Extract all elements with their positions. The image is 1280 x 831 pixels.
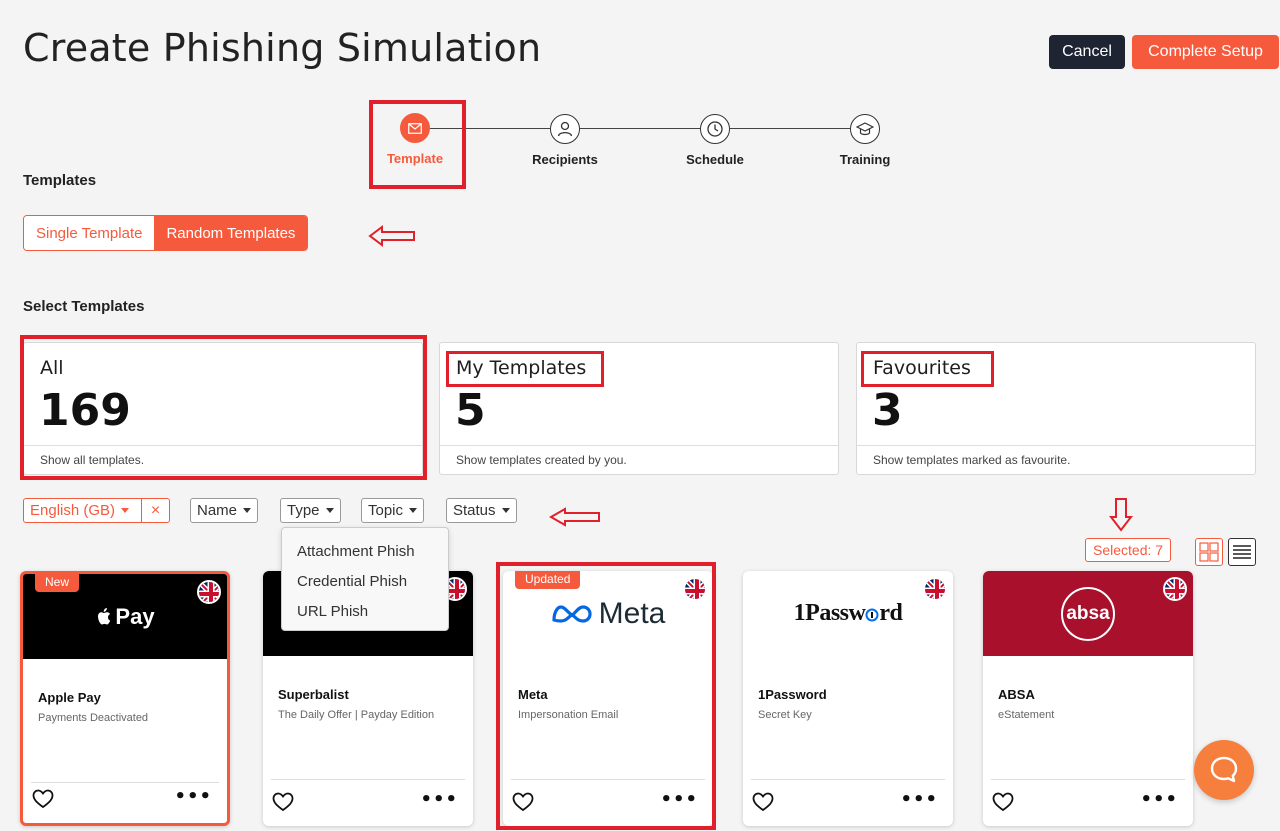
cancel-button[interactable]: Cancel xyxy=(1049,35,1125,69)
step-schedule[interactable]: Schedule xyxy=(655,114,775,167)
random-templates-option[interactable]: Random Templates xyxy=(154,216,308,250)
uk-flag-icon xyxy=(923,577,947,601)
clear-language-icon[interactable]: × xyxy=(141,499,169,522)
annotation-box xyxy=(861,351,994,387)
card-divider xyxy=(991,779,1185,780)
step-label: Training xyxy=(839,152,891,167)
template-mode-toggle: Single Template Random Templates xyxy=(23,215,309,251)
template-card-1password[interactable]: 1Passw rd 1Password Secret Key ••• xyxy=(743,571,953,826)
absa-logo: absa xyxy=(1061,586,1115,641)
page-title: Create Phishing Simulation xyxy=(23,26,542,70)
arrow-left-icon xyxy=(549,507,600,527)
caret-down-icon xyxy=(243,508,252,513)
step-training[interactable]: Training xyxy=(805,114,925,167)
language-filter-value: English (GB) xyxy=(30,502,116,519)
card-image: absa xyxy=(983,571,1193,656)
caret-down-icon xyxy=(121,508,130,513)
card-logo-text: 1Passw xyxy=(793,600,866,626)
select-templates-heading: Select Templates xyxy=(23,298,145,315)
template-card-apple-pay[interactable]: New Pay Apple Pay Payments Deactivated •… xyxy=(20,571,230,826)
stat-footer: Show templates marked as favourite. xyxy=(857,445,1255,474)
stat-count: 3 xyxy=(872,385,903,436)
clock-icon xyxy=(700,114,730,144)
heart-icon[interactable] xyxy=(752,792,774,812)
single-template-option[interactable]: Single Template xyxy=(24,216,155,250)
uk-flag-icon xyxy=(197,580,221,604)
card-subtitle: Secret Key xyxy=(758,709,812,721)
name-filter-label: Name xyxy=(197,502,238,519)
type-filter[interactable]: Type xyxy=(280,498,341,523)
annotation-box xyxy=(496,562,716,830)
caret-down-icon xyxy=(325,508,334,513)
help-chat-button[interactable] xyxy=(1194,740,1254,800)
card-title: 1Password xyxy=(758,687,827,702)
template-card-absa[interactable]: absa ABSA eStatement ••• xyxy=(983,571,1193,826)
more-options-icon[interactable]: ••• xyxy=(1140,789,1178,810)
grid-icon xyxy=(1199,542,1219,562)
card-divider xyxy=(31,782,219,783)
chat-bubble-icon xyxy=(1210,756,1238,783)
heart-icon[interactable] xyxy=(992,792,1014,812)
card-image: 1Passw rd xyxy=(743,571,953,656)
card-title: Superbalist xyxy=(278,687,349,702)
uk-flag-icon xyxy=(1163,577,1187,601)
card-subtitle: Payments Deactivated xyxy=(38,712,149,724)
status-filter-label: Status xyxy=(453,502,496,519)
card-title: Apple Pay xyxy=(38,690,101,705)
card-logo-text: rd xyxy=(879,600,903,626)
status-filter[interactable]: Status xyxy=(446,498,517,523)
caret-down-icon xyxy=(409,508,418,513)
type-option-url-phish[interactable]: URL Phish xyxy=(282,596,448,626)
templates-heading: Templates xyxy=(23,172,97,189)
step-recipients[interactable]: Recipients xyxy=(505,114,625,167)
stat-count: 5 xyxy=(455,385,486,436)
card-divider xyxy=(271,779,465,780)
card-divider xyxy=(751,779,945,780)
more-options-icon[interactable]: ••• xyxy=(420,789,458,810)
annotation-box xyxy=(446,351,604,387)
card-subtitle: eStatement xyxy=(998,709,1055,721)
card-subtitle: The Daily Offer | Payday Edition xyxy=(278,709,435,721)
graduation-cap-icon xyxy=(850,114,880,144)
list-view-button[interactable] xyxy=(1228,538,1256,566)
type-dropdown-menu: Attachment Phish Credential Phish URL Ph… xyxy=(281,527,449,631)
apple-logo-icon xyxy=(98,607,111,624)
grid-view-button[interactable] xyxy=(1195,538,1223,566)
ribbon-badge: Updated xyxy=(515,571,581,589)
more-options-icon[interactable]: ••• xyxy=(900,789,938,810)
arrow-left-icon xyxy=(368,225,415,247)
card-logo-text: Pay xyxy=(115,603,155,629)
complete-setup-button[interactable]: Complete Setup xyxy=(1132,35,1279,69)
type-option-credential-phish[interactable]: Credential Phish xyxy=(282,566,448,596)
selected-count-badge: Selected: 7 xyxy=(1085,538,1172,562)
type-option-attachment-phish[interactable]: Attachment Phish xyxy=(282,536,448,566)
heart-icon[interactable] xyxy=(32,789,54,809)
step-label: Schedule xyxy=(686,152,744,167)
annotation-box xyxy=(369,100,466,189)
type-filter-label: Type xyxy=(287,502,320,519)
list-icon xyxy=(1233,545,1251,559)
keyhole-icon xyxy=(865,608,879,621)
user-icon xyxy=(550,114,580,144)
caret-down-icon xyxy=(501,508,510,513)
card-logo-text: absa xyxy=(1066,602,1110,624)
card-title: ABSA xyxy=(998,687,1035,702)
step-label: Recipients xyxy=(532,152,598,167)
arrow-down-icon xyxy=(1109,498,1133,532)
topic-filter[interactable]: Topic xyxy=(361,498,425,523)
more-options-icon[interactable]: ••• xyxy=(174,786,212,807)
name-filter[interactable]: Name xyxy=(190,498,259,523)
ribbon-badge: New xyxy=(35,574,80,592)
annotation-box xyxy=(20,335,427,480)
stat-footer: Show templates created by you. xyxy=(440,445,838,474)
topic-filter-label: Topic xyxy=(368,502,404,519)
language-filter[interactable]: English (GB) × xyxy=(23,498,171,523)
heart-icon[interactable] xyxy=(272,792,294,812)
